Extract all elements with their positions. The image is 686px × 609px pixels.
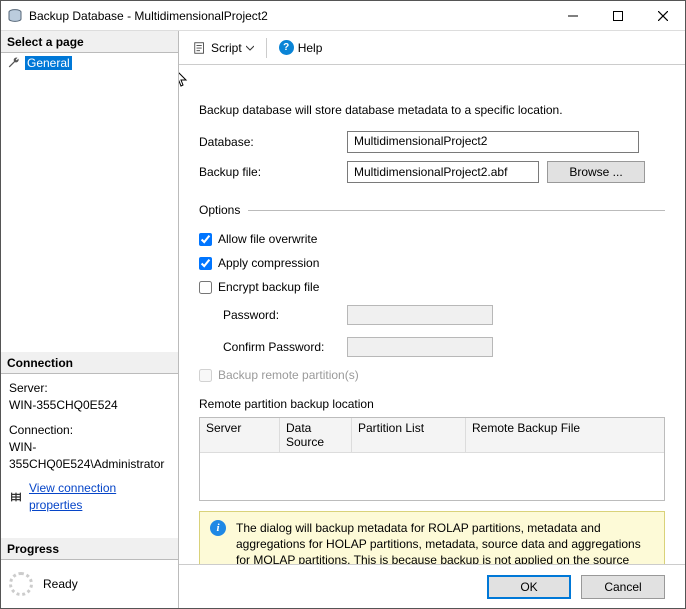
sidebar: Select a page General Connection Server:: [1, 31, 179, 608]
cursor-icon: [179, 69, 191, 89]
progress-status: Ready: [43, 577, 78, 591]
sidebar-item-general[interactable]: General: [5, 55, 174, 71]
confirm-password-label: Confirm Password:: [223, 340, 347, 354]
server-label: Server:: [9, 380, 170, 397]
apply-compression-checkbox[interactable]: [199, 257, 212, 270]
progress-spinner-icon: [9, 572, 33, 596]
remote-location-label: Remote partition backup location: [199, 397, 665, 411]
info-panel: i The dialog will backup metadata for RO…: [199, 511, 665, 564]
cancel-button[interactable]: Cancel: [581, 575, 665, 599]
backup-file-label: Backup file:: [199, 165, 347, 179]
backup-file-input[interactable]: [347, 161, 539, 183]
window-title: Backup Database - MultidimensionalProjec…: [29, 9, 550, 23]
confirm-password-input: [347, 337, 493, 357]
info-icon: i: [210, 520, 226, 536]
connection-label: Connection:: [9, 422, 170, 439]
database-label: Database:: [199, 135, 347, 149]
allow-overwrite-checkbox-row[interactable]: Allow file overwrite: [199, 232, 665, 246]
database-field: MultidimensionalProject2: [347, 131, 639, 153]
view-connection-properties-link[interactable]: View connection properties: [29, 480, 170, 514]
help-button[interactable]: ? Help: [275, 38, 327, 57]
connection-props-icon: [9, 490, 23, 504]
chevron-down-icon: [246, 44, 254, 52]
connection-value: WIN-355CHQ0E524\Administrator: [9, 439, 170, 473]
script-button[interactable]: Script: [189, 39, 258, 57]
options-header: Options: [199, 203, 240, 217]
encrypt-checkbox[interactable]: [199, 281, 212, 294]
select-page-header: Select a page: [1, 31, 178, 53]
th-server[interactable]: Server: [200, 418, 280, 452]
backup-remote-checkbox: [199, 369, 212, 382]
divider: [248, 210, 665, 211]
minimize-button[interactable]: [550, 1, 595, 30]
wrench-icon: [7, 56, 21, 70]
info-text: The dialog will backup metadata for ROLA…: [236, 520, 654, 564]
dialog-footer: OK Cancel: [179, 564, 685, 608]
server-value: WIN-355CHQ0E524: [9, 397, 170, 414]
script-icon: [193, 41, 207, 55]
encrypt-label: Encrypt backup file: [218, 280, 319, 294]
browse-button[interactable]: Browse ...: [547, 161, 645, 183]
password-input: [347, 305, 493, 325]
main-panel: Script ? Help Backup database will store…: [179, 31, 685, 608]
ok-button[interactable]: OK: [487, 575, 571, 599]
allow-overwrite-label: Allow file overwrite: [218, 232, 317, 246]
backup-remote-label: Backup remote partition(s): [218, 368, 359, 382]
remote-partition-table: Server Data Source Partition List Remote…: [199, 417, 665, 501]
progress-header: Progress: [1, 538, 178, 560]
password-label: Password:: [223, 308, 347, 322]
app-icon: [7, 8, 23, 24]
toolbar-divider: [266, 38, 267, 58]
description-text: Backup database will store database meta…: [199, 103, 665, 117]
script-label: Script: [211, 41, 242, 55]
th-data-source[interactable]: Data Source: [280, 418, 352, 452]
connection-header: Connection: [1, 352, 178, 374]
help-label: Help: [298, 41, 323, 55]
backup-remote-checkbox-row: Backup remote partition(s): [199, 368, 665, 382]
th-remote-backup-file[interactable]: Remote Backup File: [466, 418, 664, 452]
apply-compression-label: Apply compression: [218, 256, 319, 270]
titlebar: Backup Database - MultidimensionalProjec…: [1, 1, 685, 31]
backup-database-dialog: Backup Database - MultidimensionalProjec…: [0, 0, 686, 609]
allow-overwrite-checkbox[interactable]: [199, 233, 212, 246]
sidebar-item-label: General: [25, 56, 72, 70]
close-button[interactable]: [640, 1, 685, 30]
help-icon: ?: [279, 40, 294, 55]
toolbar: Script ? Help: [179, 31, 685, 65]
th-partition-list[interactable]: Partition List: [352, 418, 466, 452]
apply-compression-checkbox-row[interactable]: Apply compression: [199, 256, 665, 270]
maximize-button[interactable]: [595, 1, 640, 30]
encrypt-checkbox-row[interactable]: Encrypt backup file: [199, 280, 665, 294]
